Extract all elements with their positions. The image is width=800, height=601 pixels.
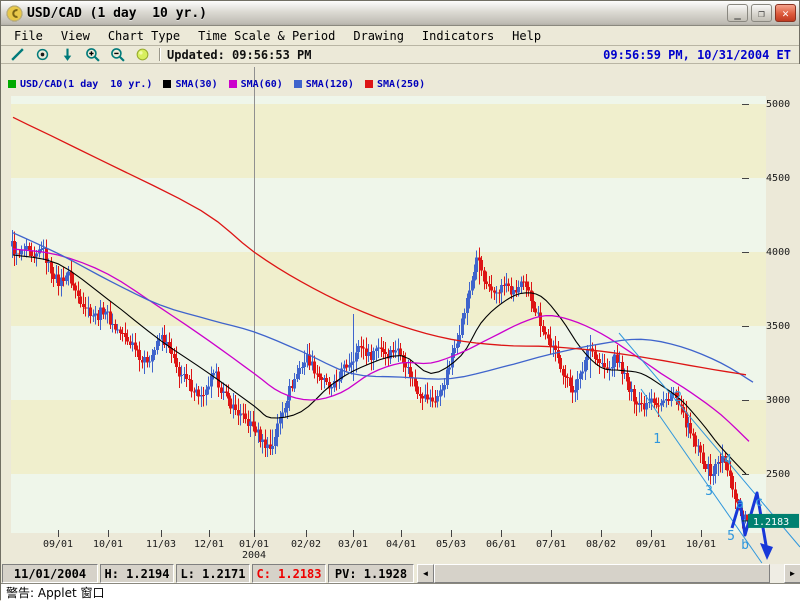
legend-label: USD/CAD(1 day 10 yr.) bbox=[20, 79, 152, 90]
scroll-right-button[interactable]: ► bbox=[784, 564, 800, 583]
wave-label-4: 4 bbox=[724, 453, 732, 468]
legend-swatch-icon bbox=[163, 80, 171, 88]
status-cell-0: 11/01/2004 bbox=[2, 564, 98, 583]
legend-item: SMA(120) bbox=[294, 79, 354, 90]
legend-swatch-icon bbox=[294, 80, 302, 88]
legend-item: SMA(250) bbox=[365, 79, 425, 90]
wave-label-b: b bbox=[741, 538, 749, 553]
wave-label-c: c bbox=[755, 495, 763, 510]
app-coin-icon bbox=[6, 5, 23, 22]
legend-swatch-icon bbox=[365, 80, 373, 88]
wave-label-3: 3 bbox=[705, 484, 713, 499]
chart-plot-area[interactable]: USD/CAD(1 day 10 yr.) SMA(30) SMA(60) SMA(1… bbox=[1, 64, 800, 564]
price-chart-svg[interactable]: 1 2 3 4 5 a b c 1.2183 bbox=[1, 64, 800, 564]
restore-button[interactable]: ❐ bbox=[751, 4, 772, 22]
legend-item: SMA(30) bbox=[163, 79, 217, 90]
svg-text:1.2183: 1.2183 bbox=[753, 517, 789, 528]
legend-swatch-icon bbox=[8, 80, 16, 88]
crosshair-icon[interactable] bbox=[34, 47, 50, 62]
menu-item-time-scale-period[interactable]: Time Scale & Period bbox=[189, 28, 344, 44]
wave-label-a: a bbox=[736, 497, 744, 512]
applet-warning-text: 警告: Applet 窗口 bbox=[6, 584, 105, 601]
legend-label: SMA(250) bbox=[377, 79, 425, 90]
menu-item-drawing[interactable]: Drawing bbox=[344, 28, 413, 44]
legend-label: SMA(120) bbox=[306, 79, 354, 90]
zoom-out-icon[interactable] bbox=[109, 47, 125, 62]
app-window: USD/CAD (1 day 10 yr.) _ ❐ ✕ FileViewCha… bbox=[0, 0, 800, 600]
legend-label: SMA(30) bbox=[175, 79, 217, 90]
status-cell-3: C: 1.2183 bbox=[252, 564, 326, 583]
time-scrollbar[interactable]: ◄► bbox=[417, 564, 800, 583]
menu-item-help[interactable]: Help bbox=[503, 28, 550, 44]
legend-label: SMA(60) bbox=[241, 79, 283, 90]
updated-timestamp: Updated: 09:56:53 PM bbox=[167, 48, 312, 62]
status-cell-1: H: 1.2194 bbox=[100, 564, 174, 583]
scroll-left-button[interactable]: ◄ bbox=[417, 564, 434, 583]
legend-item: USD/CAD(1 day 10 yr.) bbox=[8, 79, 152, 90]
legend-swatch-icon bbox=[229, 80, 237, 88]
market-clock: 09:56:59 PM, 10/31/2004 ET bbox=[603, 48, 791, 62]
zoom-in-icon[interactable] bbox=[84, 47, 100, 62]
menu-item-view[interactable]: View bbox=[52, 28, 99, 44]
scrollbar-thumb[interactable] bbox=[434, 564, 770, 583]
scrollbar-track[interactable] bbox=[770, 564, 784, 583]
legend-item: SMA(60) bbox=[229, 79, 283, 90]
down-arrow-icon[interactable] bbox=[59, 47, 75, 62]
applet-warning-bar: 警告: Applet 窗口 bbox=[1, 583, 800, 601]
menu-item-file[interactable]: File bbox=[5, 28, 52, 44]
menu-item-chart-type[interactable]: Chart Type bbox=[99, 28, 189, 44]
wave-label-2: 2 bbox=[674, 390, 682, 405]
menu-bar: FileViewChart TypeTime Scale & PeriodDra… bbox=[1, 26, 799, 46]
wave-label-1: 1 bbox=[653, 432, 661, 447]
chart-legend: USD/CAD(1 day 10 yr.) SMA(30) SMA(60) SMA(1… bbox=[8, 78, 436, 90]
toolbar: Updated: 09:56:53 PM 09:56:59 PM, 10/31/2… bbox=[1, 46, 799, 64]
status-cell-2: L: 1.2171 bbox=[176, 564, 250, 583]
menu-item-indicators[interactable]: Indicators bbox=[413, 28, 503, 44]
close-button[interactable]: ✕ bbox=[775, 4, 796, 22]
status-bar: 11/01/2004H: 1.2194L: 1.2171C: 1.2183PV:… bbox=[1, 564, 800, 583]
status-cell-4: PV: 1.1928 bbox=[328, 564, 414, 583]
trendline-tool-icon[interactable] bbox=[9, 47, 25, 62]
window-title: USD/CAD (1 day 10 yr.) bbox=[27, 6, 724, 21]
minimize-button[interactable]: _ bbox=[727, 4, 748, 22]
current-price-badge: 1.2183 bbox=[748, 514, 799, 528]
title-bar[interactable]: USD/CAD (1 day 10 yr.) _ ❐ ✕ bbox=[1, 1, 799, 26]
wave-label-5: 5 bbox=[727, 529, 735, 544]
status-dot-icon[interactable] bbox=[134, 47, 150, 62]
